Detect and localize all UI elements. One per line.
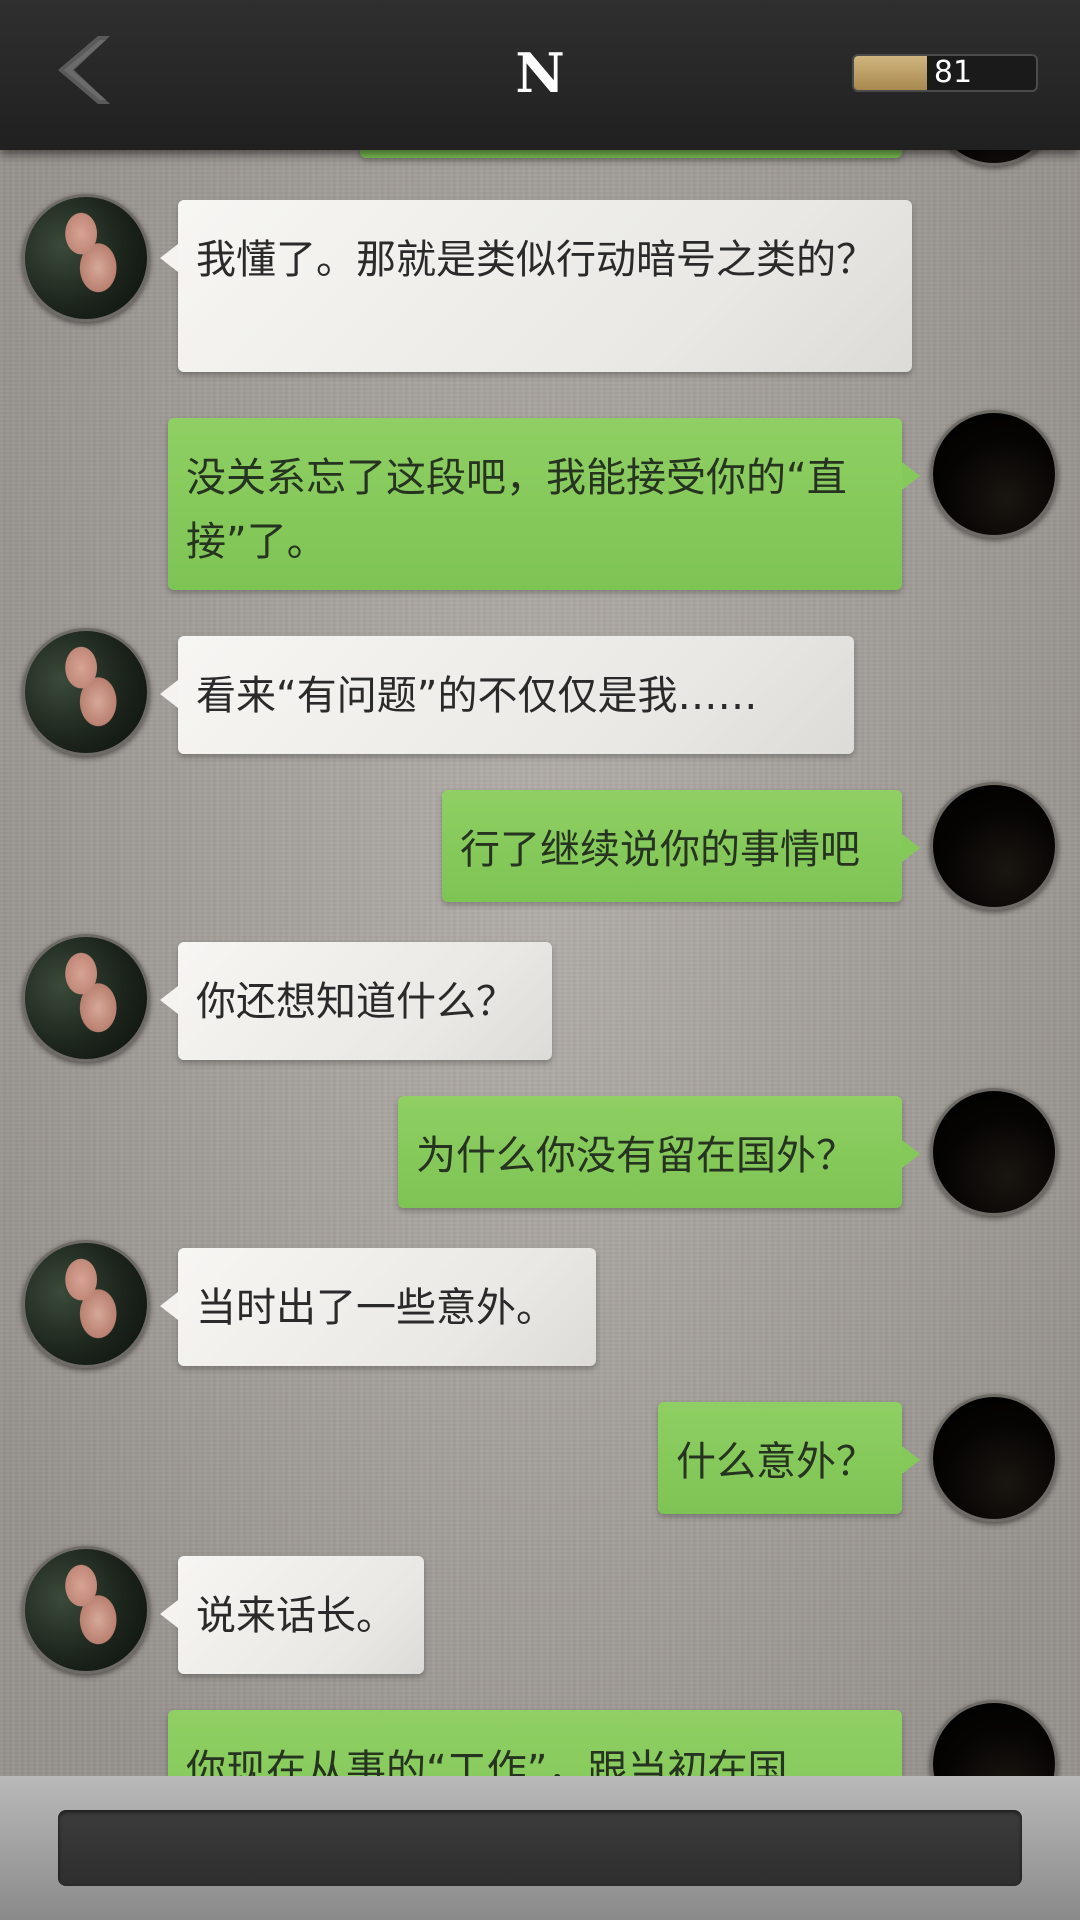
user-avatar[interactable] <box>930 782 1058 910</box>
message-text: 行了继续说你的事情吧 <box>460 827 860 873</box>
meter-value: 81 <box>933 55 973 90</box>
message-bubble-outgoing[interactable]: 行了继续说你的事情吧 <box>442 790 920 902</box>
message-text: 你还想知道什么？ <box>196 979 516 1025</box>
message-bubble-incoming[interactable]: 当时出了一些意外。 <box>160 1248 596 1366</box>
contact-avatar[interactable] <box>22 1240 150 1368</box>
user-avatar[interactable] <box>930 1700 1058 1776</box>
message-bubble-outgoing[interactable]: 什么意外？ <box>658 1402 920 1514</box>
message-bubble-incoming[interactable]: 说来话长。 <box>160 1556 424 1674</box>
message-text: 没关系忘了这段吧，我能接受你的“直接”了。 <box>186 455 847 565</box>
user-avatar[interactable] <box>930 410 1058 538</box>
user-avatar[interactable] <box>930 1088 1058 1216</box>
contact-avatar[interactable] <box>22 628 150 756</box>
progress-meter: 81 <box>852 54 1038 92</box>
user-avatar[interactable] <box>930 1394 1058 1522</box>
message-bubble-incoming[interactable]: 我懂了。那就是类似行动暗号之类的？ <box>160 200 912 372</box>
message-bubble-outgoing[interactable]: 为什么你没有留在国外？ <box>398 1096 920 1208</box>
reply-input[interactable] <box>58 1810 1022 1886</box>
message-text: 什么意外？ <box>676 1439 876 1485</box>
message-bubble-incoming[interactable]: 看来“有问题”的不仅仅是我…… <box>160 636 854 754</box>
message-bubble-outgoing[interactable]: 你现在从事的“工作”，跟当初在国 <box>168 1710 902 1776</box>
message-text: 说来话长。 <box>196 1593 396 1639</box>
message-bubble-outgoing[interactable]: 没关系忘了这段吧，我能接受你的“直接”了。 <box>168 418 920 590</box>
top-bar: N 81 <box>0 0 1080 150</box>
contact-avatar[interactable] <box>22 194 150 322</box>
contact-avatar[interactable] <box>22 934 150 1062</box>
message-bubble-incoming[interactable]: 你还想知道什么？ <box>160 942 552 1060</box>
message-text: 你现在从事的“工作”，跟当初在国 <box>186 1747 788 1776</box>
contact-avatar[interactable] <box>22 1546 150 1674</box>
message-text: 我懂了。那就是类似行动暗号之类的？ <box>196 237 876 283</box>
bottom-input-bar <box>0 1776 1080 1920</box>
message-text: 当时出了一些意外。 <box>196 1285 556 1331</box>
message-text: 为什么你没有留在国外？ <box>416 1133 856 1179</box>
chat-scroll-area[interactable]: 我懂了。那就是类似行动暗号之类的？ 没关系忘了这段吧，我能接受你的“直接”了。 … <box>0 0 1080 1776</box>
message-text: 看来“有问题”的不仅仅是我…… <box>196 673 758 719</box>
